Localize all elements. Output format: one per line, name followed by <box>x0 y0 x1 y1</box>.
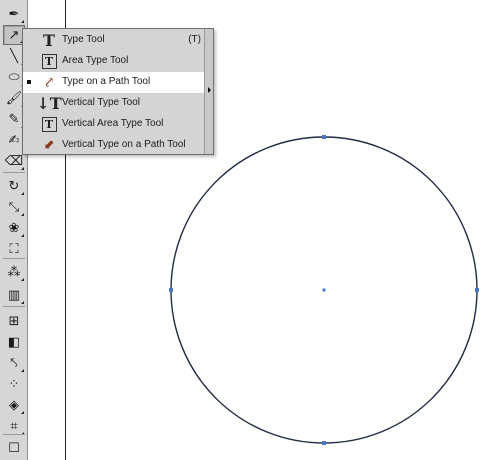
type-tool-icon: T <box>40 30 58 50</box>
menu-item-icon-glyph: ⬋ <box>43 137 55 153</box>
menu-item-label: Area Type Tool <box>62 55 129 66</box>
menu-item-vertical-type-tool[interactable]: ↓T Vertical Type Tool <box>23 93 205 114</box>
menu-item-label: Vertical Type Tool <box>62 97 141 108</box>
current-tool-bullet-icon <box>27 80 31 84</box>
menu-item-label: Type Tool <box>62 34 105 45</box>
menu-item-label: Vertical Type on a Path Tool <box>62 139 186 150</box>
menu-item-vertical-area-type-tool[interactable]: T Vertical Area Type Tool <box>23 114 205 135</box>
tearoff-arrow-icon <box>208 87 211 93</box>
anchor-point-right[interactable] <box>475 288 479 292</box>
menu-item-vertical-type-on-path-tool[interactable]: ⬋ Vertical Type on a Path Tool <box>23 135 205 156</box>
menu-item-type-on-path-tool[interactable]: ⤤ Type on a Path Tool <box>23 72 205 93</box>
menu-item-icon-glyph: T <box>41 53 57 69</box>
area-type-tool-icon: T <box>40 52 58 70</box>
anchor-point-left[interactable] <box>169 288 173 292</box>
anchor-point-top[interactable] <box>322 135 326 139</box>
menu-item-label: Type on a Path Tool <box>62 76 151 87</box>
type-on-path-tool-icon: ⤤ <box>40 73 58 91</box>
vertical-type-on-path-tool-icon: ⬋ <box>40 136 58 154</box>
menu-item-shortcut: (T) <box>188 34 201 45</box>
type-tools-flyout-menu: T Type Tool (T) T Area Type Tool ⤤ Type on a P… <box>22 28 214 155</box>
menu-item-type-tool[interactable]: T Type Tool (T) <box>23 30 205 51</box>
menu-item-icon-glyph: ⤤ <box>43 74 55 90</box>
tearoff-strip[interactable] <box>204 29 213 154</box>
anchor-point-bottom[interactable] <box>322 441 326 445</box>
menu-item-icon-glyph: ↓T <box>36 93 62 113</box>
center-point <box>322 288 326 292</box>
menu-item-area-type-tool[interactable]: T Area Type Tool <box>23 51 205 72</box>
menu-item-icon-glyph: T <box>43 30 55 50</box>
vertical-type-tool-icon: ↓T <box>36 94 61 113</box>
menu-item-label: Vertical Area Type Tool <box>62 118 164 129</box>
menu-item-icon-glyph: T <box>41 116 57 132</box>
vertical-area-type-tool-icon: T <box>40 115 58 133</box>
